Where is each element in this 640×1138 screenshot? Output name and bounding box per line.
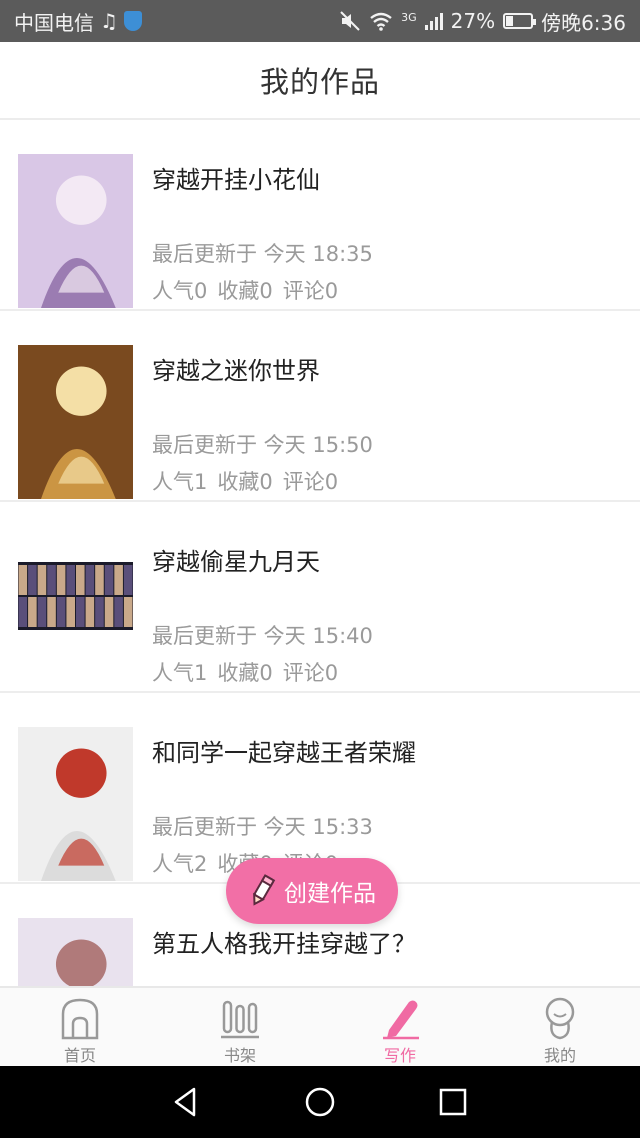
popularity-count: 人气1 — [152, 470, 208, 494]
create-work-label: 创建作品 — [284, 881, 376, 907]
pencil-icon — [253, 874, 276, 906]
tab-label: 首页 — [63, 1046, 96, 1065]
comments-count: 评论0 — [282, 279, 339, 303]
tab-label: 我的 — [543, 1046, 576, 1065]
page-title: 我的作品 — [259, 65, 380, 99]
comments-count: 评论0 — [282, 661, 339, 685]
work-cover — [18, 727, 133, 881]
system-nav-bar — [0, 1066, 640, 1138]
profile-icon — [545, 997, 575, 1040]
work-stats: 人气0 收藏0 评论0 — [152, 275, 338, 305]
tab-label: 写作 — [383, 1046, 416, 1065]
work-title: 穿越偷星九月天 — [152, 548, 320, 576]
work-updated-time: 最后更新于 今天 18:35 — [152, 242, 373, 266]
app-header: 我的作品 — [0, 42, 640, 120]
work-title: 和同学一起穿越王者荣耀 — [152, 739, 416, 767]
work-cover — [18, 918, 133, 986]
home-circle-icon[interactable] — [303, 1085, 337, 1119]
work-updated-time: 最后更新于 今天 15:40 — [152, 624, 373, 648]
list-item[interactable]: 穿越偷星九月天 最后更新于 今天 15:40 人气1 收藏0 评论0 — [0, 502, 640, 693]
work-stats: 人气1 收藏0 评论0 — [152, 466, 338, 496]
tab-label: 书架 — [223, 1046, 256, 1065]
list-item[interactable]: 穿越之迷你世界 最后更新于 今天 15:50 人气1 收藏0 评论0 — [0, 311, 640, 502]
network-type: 3G — [401, 10, 417, 24]
back-icon[interactable] — [170, 1085, 204, 1119]
home-icon — [61, 998, 99, 1040]
wifi-icon — [370, 12, 392, 31]
popularity-count: 人气2 — [152, 852, 208, 876]
work-stats: 人气1 收藏0 评论0 — [152, 657, 338, 687]
bottom-tab-bar: 首页 书架 写作 我的 — [0, 986, 640, 1066]
tab-writing[interactable]: 写作 — [320, 988, 480, 1066]
list-item[interactable]: 穿越开挂小花仙 最后更新于 今天 18:35 人气0 收藏0 评论0 — [0, 120, 640, 311]
favorites-count: 收藏0 — [217, 661, 273, 685]
carrier-name: 中国电信 — [14, 10, 94, 35]
battery-percent: 27% — [450, 9, 496, 33]
signal-icon — [424, 12, 443, 30]
popularity-count: 人气1 — [152, 661, 208, 685]
work-title: 第五人格我开挂穿越了？ — [152, 930, 416, 958]
tab-home[interactable]: 首页 — [0, 988, 160, 1066]
work-cover — [18, 345, 133, 499]
tab-bookshelf[interactable]: 书架 — [160, 988, 320, 1066]
favorites-count: 收藏0 — [217, 279, 273, 303]
mute-icon — [340, 11, 360, 31]
tab-profile[interactable]: 我的 — [480, 988, 640, 1066]
bookshelf-icon — [221, 1000, 259, 1039]
list-item[interactable]: 和同学一起穿越王者荣耀 最后更新于 今天 15:33 人气2 收藏0 评论0 — [0, 693, 640, 884]
comments-count: 评论0 — [282, 470, 339, 494]
work-updated-time: 最后更新于 今天 15:33 — [152, 815, 373, 839]
work-title: 穿越开挂小花仙 — [152, 166, 320, 194]
favorites-count: 收藏0 — [217, 470, 273, 494]
create-work-button[interactable]: 创建作品 — [226, 858, 398, 924]
recents-icon[interactable] — [436, 1085, 470, 1119]
clock: 傍晚6:36 — [541, 10, 626, 35]
battery-icon — [503, 13, 537, 29]
work-title: 穿越之迷你世界 — [152, 357, 320, 385]
shield-icon — [123, 11, 142, 31]
work-updated-time: 最后更新于 今天 15:50 — [152, 433, 373, 457]
work-cover — [18, 562, 133, 630]
work-cover — [18, 154, 133, 308]
works-list: 穿越开挂小花仙 最后更新于 今天 18:35 人气0 收藏0 评论0 穿越之迷你… — [0, 120, 640, 986]
popularity-count: 人气0 — [152, 279, 208, 303]
music-icon: ♫ — [100, 9, 118, 33]
status-bar: 中国电信 ♫ 3G 27% 傍晚6:36 — [0, 0, 640, 42]
pen-icon — [383, 1000, 419, 1040]
